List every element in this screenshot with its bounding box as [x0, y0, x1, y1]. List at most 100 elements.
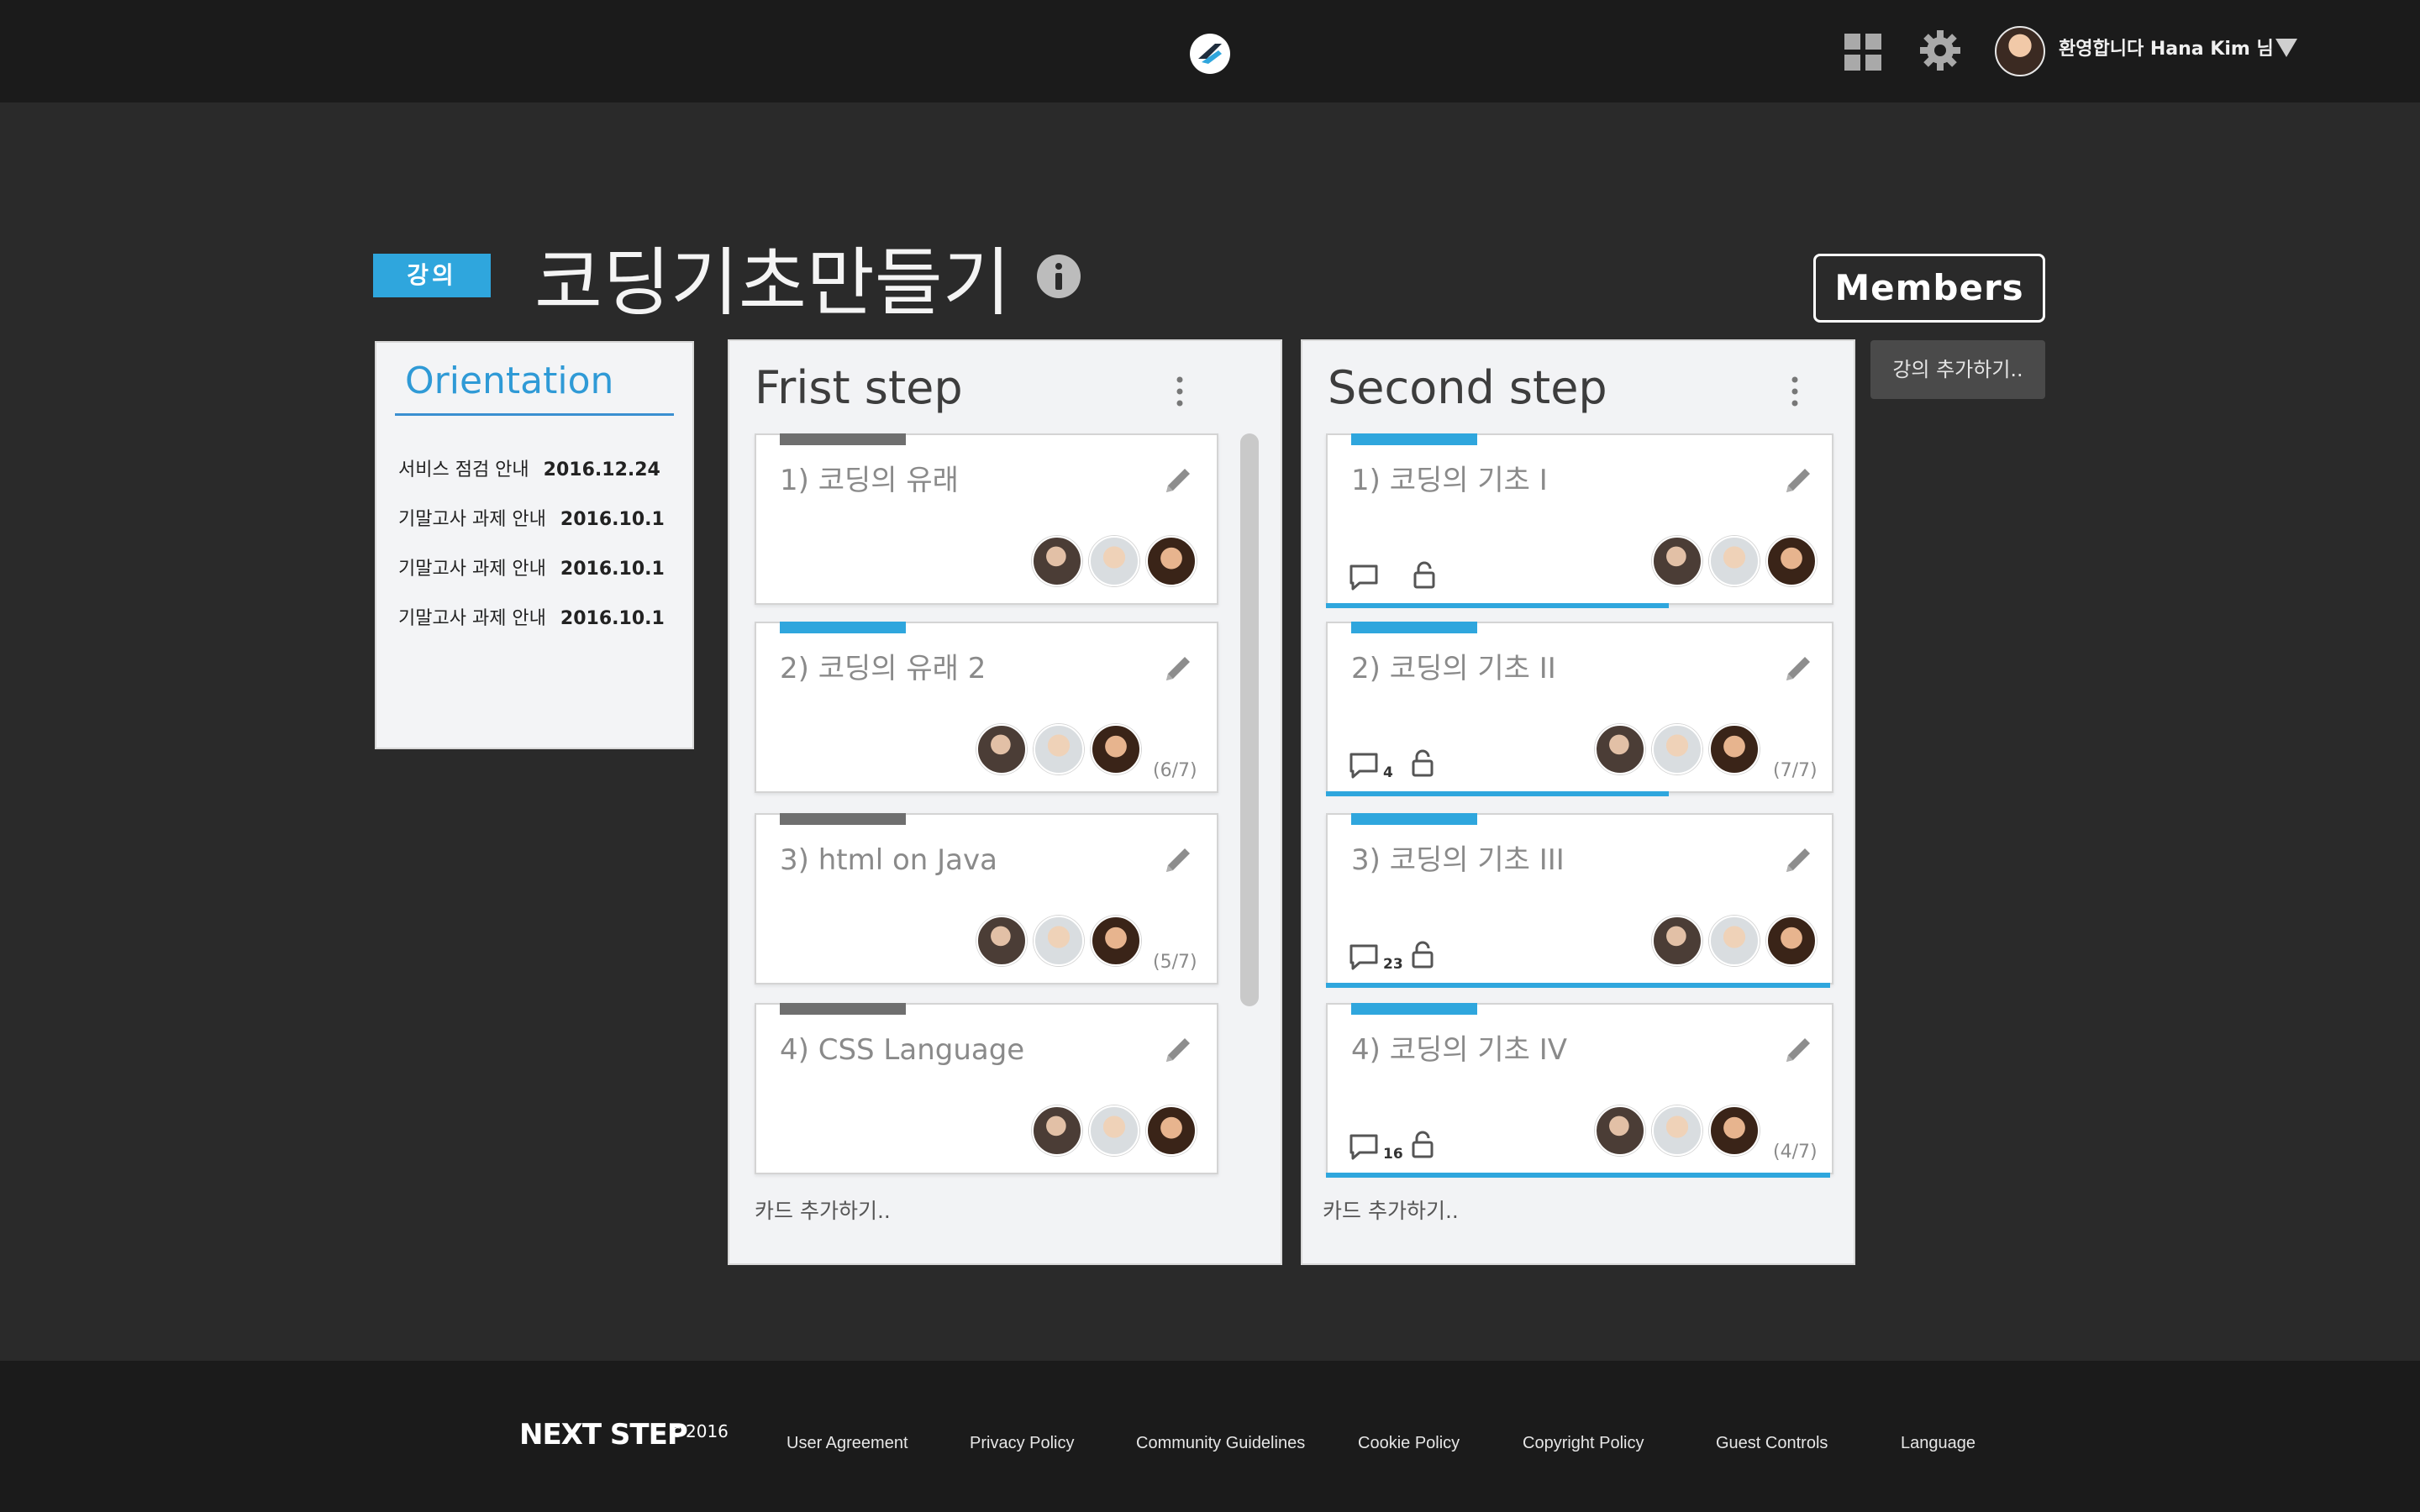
member-avatar[interactable] [1766, 916, 1817, 966]
notice-item[interactable]: 기말고사 과제 안내 2016.10.1 [398, 554, 665, 585]
member-avatar[interactable] [1089, 536, 1139, 586]
lock-icon[interactable] [1410, 941, 1435, 969]
member-avatar[interactable] [1595, 724, 1645, 774]
footer-link-copyright-policy[interactable]: Copyright Policy [1523, 1431, 1644, 1455]
comment-icon[interactable] [1348, 563, 1380, 591]
member-avatar[interactable] [1709, 1105, 1760, 1156]
footer-link-user-agreement[interactable]: User Agreement [786, 1431, 908, 1455]
member-avatar[interactable] [1766, 536, 1817, 586]
card[interactable]: 2) 코딩의 기초 II 4 (7/7) [1326, 622, 1833, 796]
card[interactable]: 4) 코딩의 기초 IV 16 (4/7) [1326, 1003, 1833, 1178]
member-avatar[interactable] [1595, 1105, 1645, 1156]
top-bar: 환영합니다 Hana Kim 님 [0, 0, 2420, 102]
notice-text: 기말고사 과제 안내 [398, 559, 546, 580]
orientation-panel: Orientation 서비스 점검 안내 2016.12.24 기말고사 과제… [375, 341, 694, 749]
member-avatar[interactable] [1091, 916, 1141, 966]
card-title: 2) 코딩의 유래 2 [780, 652, 986, 685]
lock-icon[interactable] [1410, 749, 1435, 778]
footer-link-cookie-policy[interactable]: Cookie Policy [1358, 1431, 1460, 1455]
member-avatar[interactable] [1709, 724, 1760, 774]
members-button[interactable]: Members [1813, 254, 2045, 323]
gear-icon[interactable] [1918, 29, 1962, 72]
pencil-icon[interactable] [1781, 843, 1815, 877]
member-avatar[interactable] [1709, 916, 1760, 966]
card-title: 1) 코딩의 유래 [780, 464, 959, 497]
column-title[interactable]: Frist step [755, 358, 963, 418]
info-icon[interactable] [1036, 254, 1081, 299]
member-avatar[interactable] [1032, 536, 1082, 586]
app-logo-icon[interactable] [1190, 34, 1230, 74]
footer-link-language[interactable]: Language [1901, 1431, 1975, 1455]
chevron-down-icon[interactable] [2275, 39, 2297, 57]
card[interactable]: 4) CSS Language [755, 1003, 1218, 1174]
member-avatar[interactable] [1709, 536, 1760, 586]
comment-icon[interactable] [1348, 1132, 1380, 1161]
pencil-icon[interactable] [1781, 464, 1815, 497]
footer-link-guest-controls[interactable]: Guest Controls [1716, 1431, 1828, 1455]
card-progress-bar [1326, 791, 1669, 796]
orientation-title[interactable]: Orientation [405, 358, 613, 405]
notice-item[interactable]: 기말고사 과제 안내 2016.10.1 [398, 604, 665, 634]
comment-count: 16 [1383, 1146, 1403, 1163]
member-avatar[interactable] [1146, 1105, 1197, 1156]
user-avatar[interactable] [1995, 26, 2045, 76]
comment-icon[interactable] [1348, 751, 1380, 780]
member-avatar[interactable] [1091, 724, 1141, 774]
member-avatar[interactable] [976, 916, 1027, 966]
comment-count: 4 [1383, 764, 1393, 781]
card[interactable]: 3) html on Java (5/7) [755, 813, 1218, 984]
member-avatar[interactable] [1034, 916, 1084, 966]
notice-date: 2016.10.1 [560, 608, 665, 629]
progress-count: (6/7) [1153, 760, 1197, 781]
footer-link-community-guidelines[interactable]: Community Guidelines [1136, 1431, 1305, 1455]
notice-item[interactable]: 서비스 점검 안내 2016.12.24 [398, 455, 660, 486]
card-color-bar [1351, 433, 1477, 445]
member-avatar[interactable] [1652, 1105, 1702, 1156]
pencil-icon[interactable] [1161, 464, 1195, 497]
pencil-icon[interactable] [1161, 652, 1195, 685]
card-progress-bar [1326, 1173, 1830, 1178]
column-scrollbar[interactable] [1240, 433, 1259, 1006]
user-greeting: 환영합니다 Hana Kim 님 [2059, 39, 2274, 60]
pencil-icon[interactable] [1161, 1033, 1195, 1067]
notice-text: 서비스 점검 안내 [398, 459, 529, 480]
member-avatar[interactable] [1089, 1105, 1139, 1156]
lock-icon[interactable] [1410, 1131, 1435, 1159]
card-color-bar [780, 1003, 906, 1015]
footer-copyright: ©2016 [669, 1421, 729, 1441]
card-title: 3) 코딩의 기초 III [1351, 843, 1565, 877]
member-avatar[interactable] [1032, 1105, 1082, 1156]
card[interactable]: 1) 코딩의 기초 I [1326, 433, 1833, 608]
notice-text: 기말고사 과제 안내 [398, 608, 546, 629]
member-avatar[interactable] [1652, 724, 1702, 774]
member-avatar[interactable] [1652, 536, 1702, 586]
card-title: 2) 코딩의 기초 II [1351, 652, 1556, 685]
card-title: 4) 코딩의 기초 IV [1351, 1033, 1568, 1067]
pencil-icon[interactable] [1161, 843, 1195, 877]
column-first-step: Frist step 1) 코딩의 유래 2) 코딩의 유래 2 (6/7) 3… [728, 339, 1282, 1265]
member-avatar[interactable] [1034, 724, 1084, 774]
progress-count: (4/7) [1773, 1142, 1818, 1163]
kebab-menu-icon[interactable] [1171, 371, 1188, 412]
member-avatar[interactable] [976, 724, 1027, 774]
card-progress-bar [1326, 983, 1830, 988]
pencil-icon[interactable] [1781, 1033, 1815, 1067]
column-title[interactable]: Second step [1328, 358, 1607, 418]
footer-link-privacy-policy[interactable]: Privacy Policy [970, 1431, 1074, 1455]
add-card-link[interactable]: 카드 추가하기.. [755, 1194, 891, 1228]
progress-count: (7/7) [1773, 760, 1818, 781]
member-avatar[interactable] [1652, 916, 1702, 966]
lock-icon[interactable] [1412, 561, 1437, 590]
kebab-menu-icon[interactable] [1786, 371, 1803, 412]
card[interactable]: 1) 코딩의 유래 [755, 433, 1218, 605]
pencil-icon[interactable] [1781, 652, 1815, 685]
notice-item[interactable]: 기말고사 과제 안내 2016.10.1 [398, 505, 665, 535]
apps-grid-icon[interactable] [1843, 32, 1883, 72]
card[interactable]: 3) 코딩의 기초 III 23 [1326, 813, 1833, 988]
comment-icon[interactable] [1348, 942, 1380, 971]
member-avatar[interactable] [1146, 536, 1197, 586]
add-card-link[interactable]: 카드 추가하기.. [1323, 1194, 1459, 1228]
card-color-bar [1351, 813, 1477, 825]
card[interactable]: 2) 코딩의 유래 2 (6/7) [755, 622, 1218, 793]
add-lecture-button[interactable]: 강의 추가하기.. [1870, 340, 2045, 399]
